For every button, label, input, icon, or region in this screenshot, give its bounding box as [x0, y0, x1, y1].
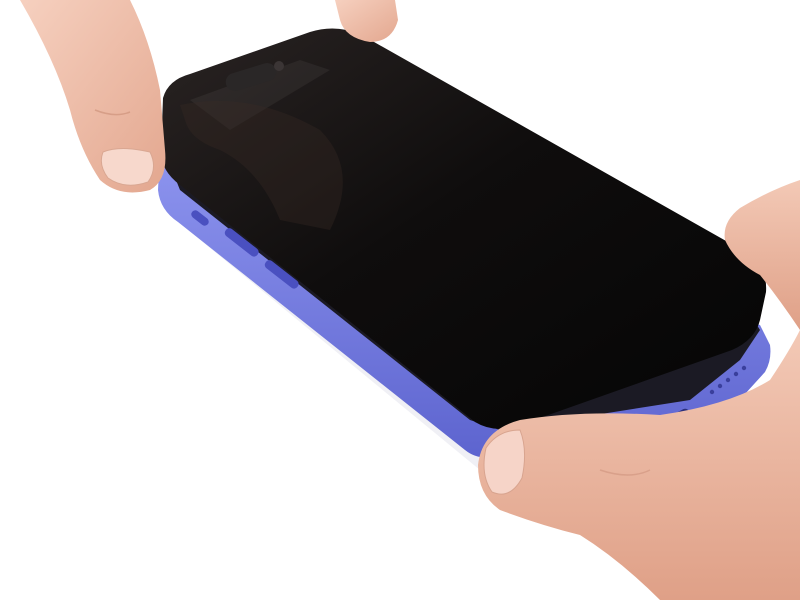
front-camera	[274, 61, 284, 71]
photo-scene	[0, 0, 800, 600]
